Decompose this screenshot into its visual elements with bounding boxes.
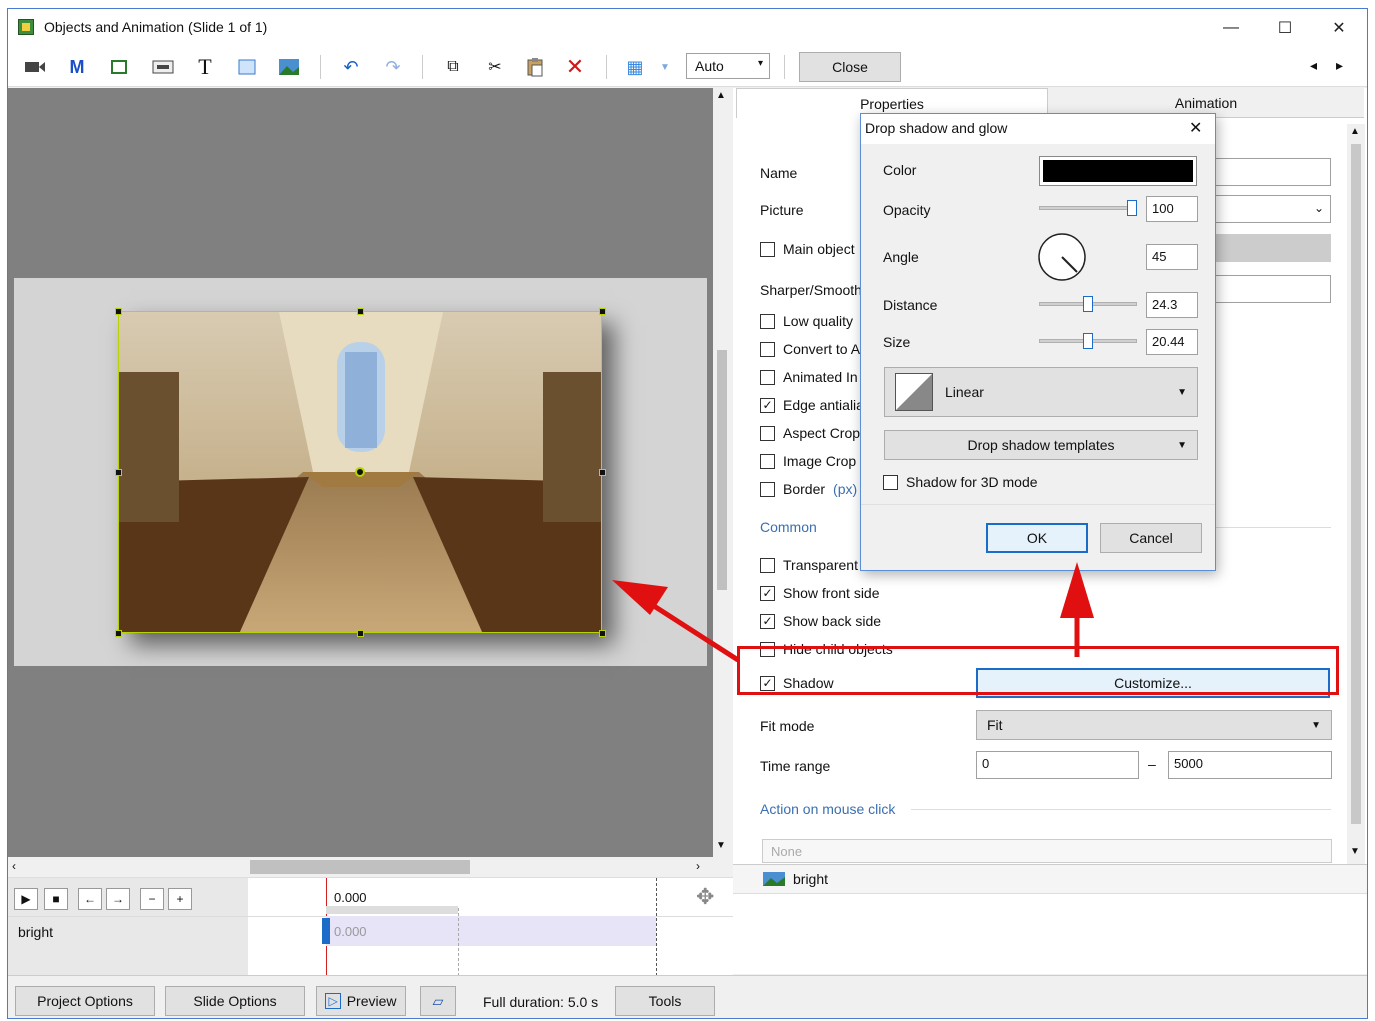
annotation-arrow-to-photo <box>612 580 740 663</box>
annotation-arrow-to-dialog <box>1060 562 1094 657</box>
annotation-arrows <box>612 562 1094 663</box>
